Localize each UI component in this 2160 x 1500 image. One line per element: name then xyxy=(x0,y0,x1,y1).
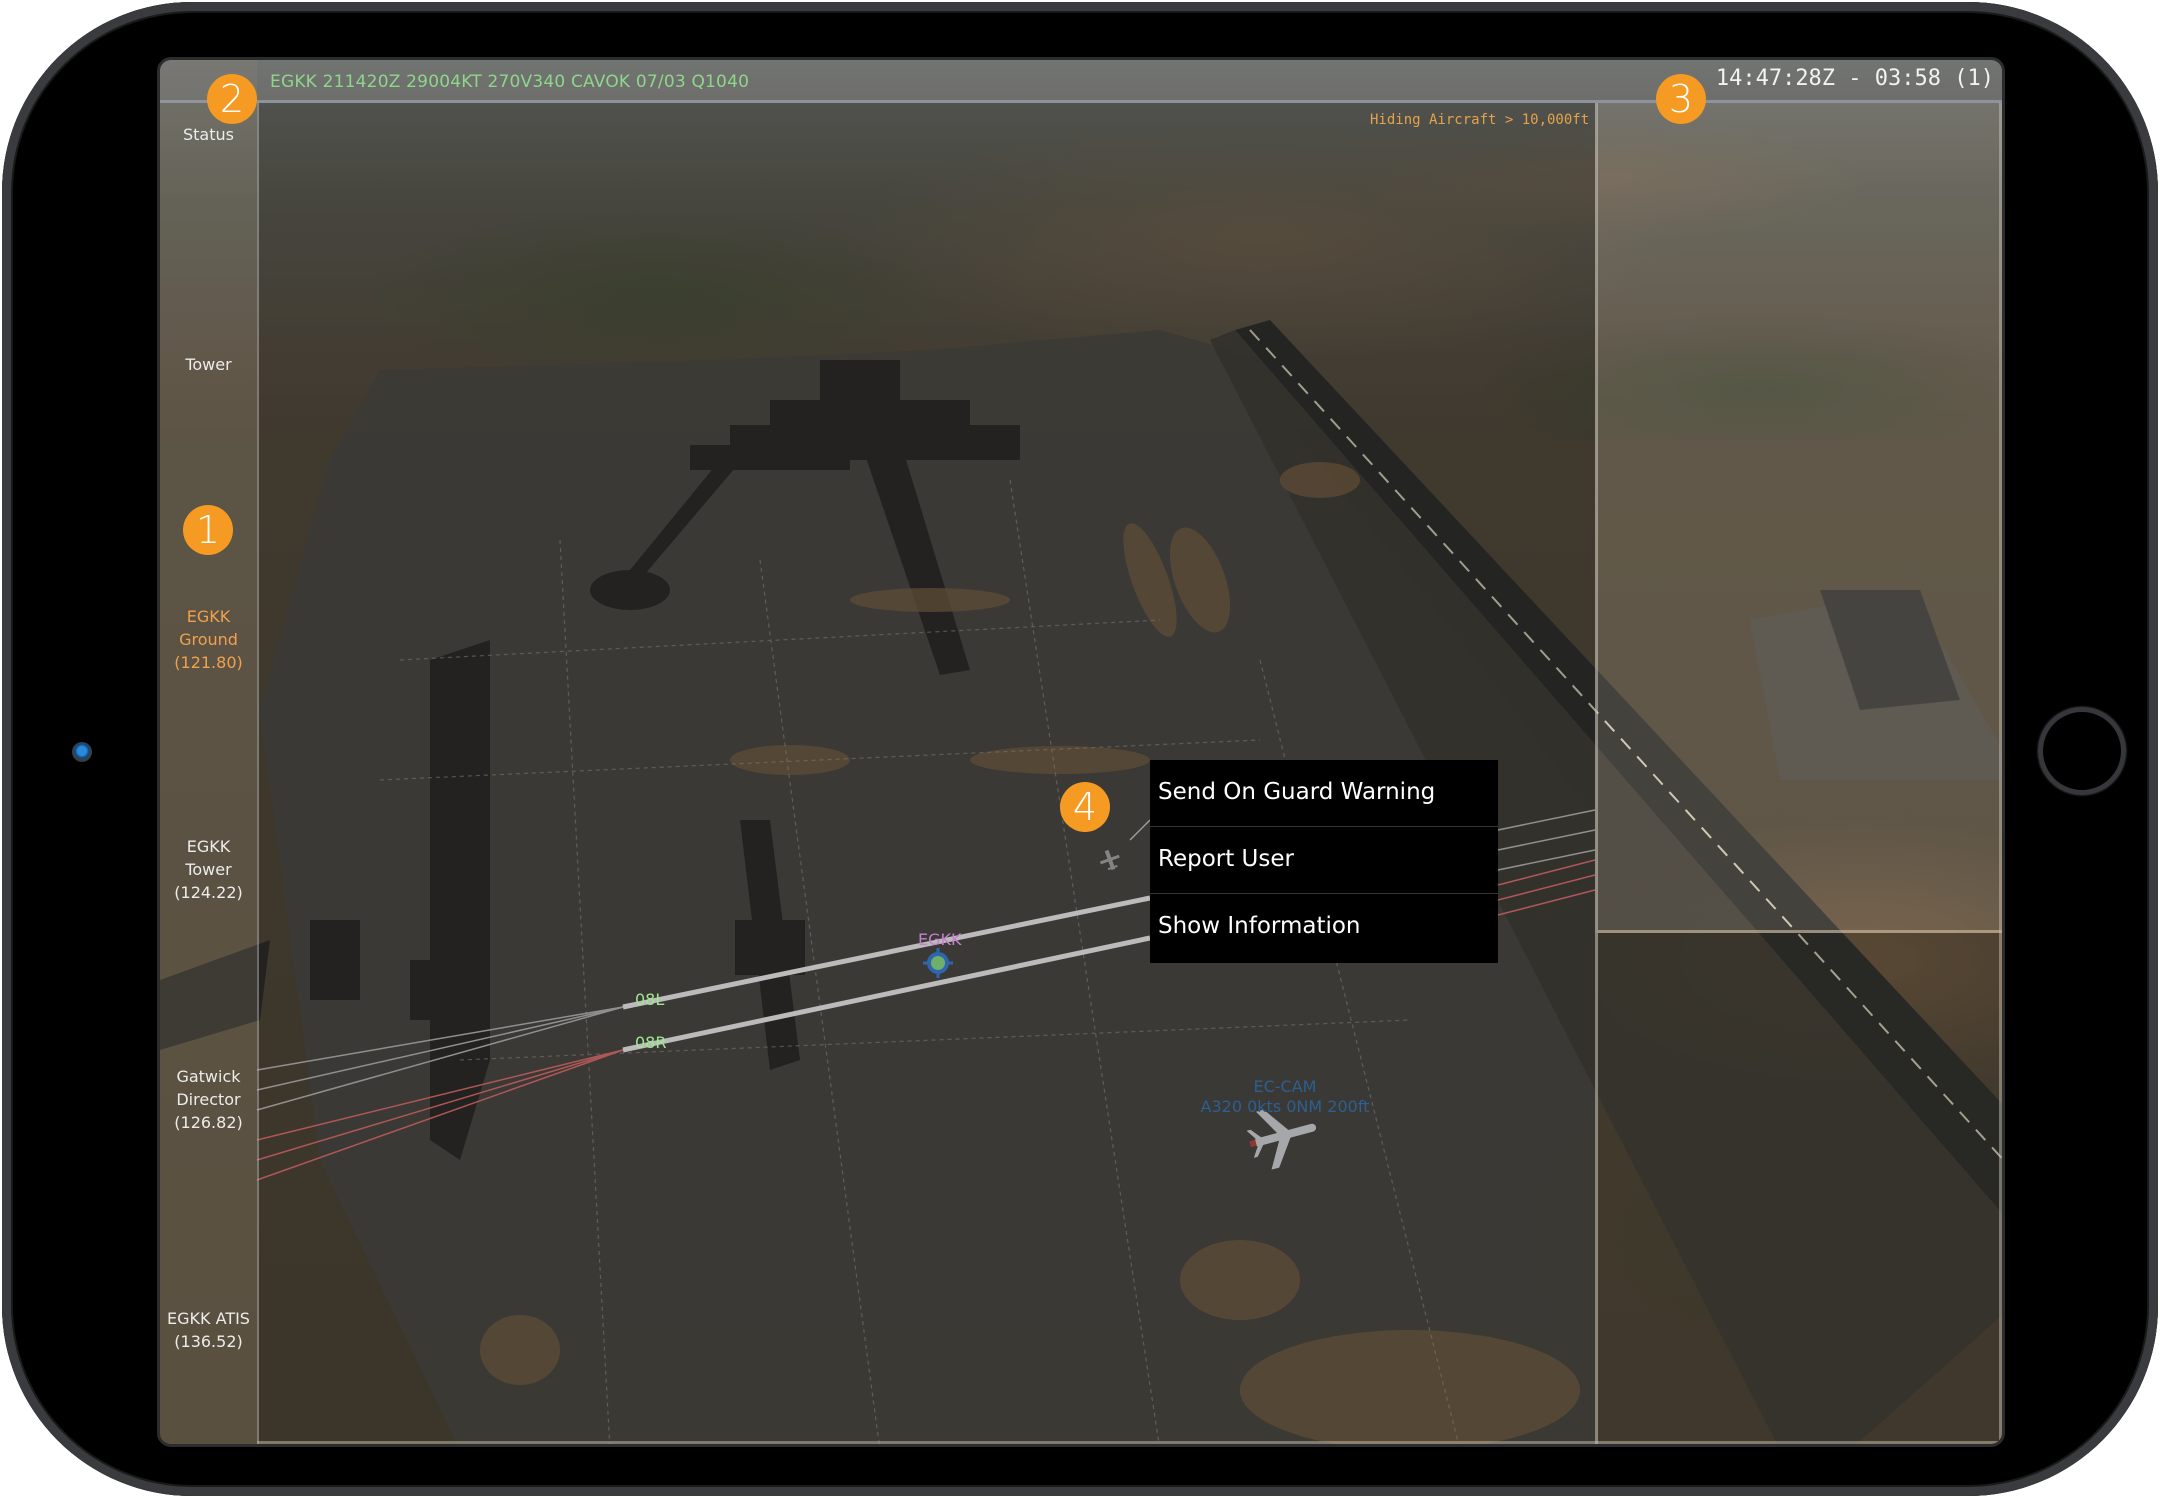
sidebar-item-egkk-atis[interactable]: EGKK ATIS (136.52) xyxy=(160,1307,257,1353)
sidebar-item-sublabel: Director xyxy=(176,1090,241,1109)
aircraft-details: A320 0kts 0NM 200ft xyxy=(1200,1097,1370,1116)
sidebar-item-frequency: (126.82) xyxy=(174,1113,243,1132)
runway-label-08R[interactable]: 08R xyxy=(635,1033,666,1052)
sidebar-item-label: Gatwick xyxy=(176,1067,241,1086)
sidebar-item-frequency: (136.52) xyxy=(174,1332,243,1351)
sidebar-item-label: EGKK xyxy=(186,607,231,626)
menu-item-show-information[interactable]: Show Information xyxy=(1150,894,1498,961)
sidebar-item-sublabel: Tower xyxy=(185,860,232,879)
sidebar-item-sublabel: Ground xyxy=(179,630,238,649)
camera-icon xyxy=(72,742,92,762)
utc-clock: 14:47:28Z - 03:58 (1) xyxy=(1715,66,1994,91)
airport-label[interactable]: EGKK xyxy=(918,930,962,949)
sidebar-item-label: EGKK xyxy=(186,837,231,856)
sidebar-item-label: EGKK ATIS xyxy=(167,1309,250,1328)
screen-right-border xyxy=(1999,103,2002,1444)
aircraft-datablock[interactable]: EC-CAM A320 0kts 0NM 200ft xyxy=(1190,1077,1380,1117)
sidebar-item-egkk-ground[interactable]: EGKK Ground (121.80) xyxy=(160,605,257,674)
altitude-filter-note: Hiding Aircraft > 10,000ft xyxy=(1370,112,1590,128)
right-view-panel xyxy=(1595,103,2002,933)
sidebar-item-label: Tower xyxy=(185,355,232,374)
home-button[interactable] xyxy=(2038,707,2126,795)
sidebar-item-status[interactable]: Status xyxy=(160,123,257,146)
sidebar-item-frequency: (124.22) xyxy=(174,883,243,902)
metar-text[interactable]: EGKK 211420Z 29004KT 270V340 CAVOK 07/03… xyxy=(270,72,749,92)
menu-item-send-guard-warning[interactable]: Send On Guard Warning xyxy=(1150,760,1498,827)
sidebar-item-frequency: (121.80) xyxy=(174,653,243,672)
menu-item-report-user[interactable]: Report User xyxy=(1150,827,1498,894)
callout-badge-2: 2 xyxy=(207,74,257,124)
sidebar-item-gatwick-director[interactable]: Gatwick Director (126.82) xyxy=(160,1065,257,1134)
callout-badge-1: 1 xyxy=(183,505,233,555)
sidebar-item-egkk-tower[interactable]: EGKK Tower (124.22) xyxy=(160,835,257,904)
right-lower-panel xyxy=(1595,933,2002,1444)
ipad-frame: EGKK 211420Z 29004KT 270V340 CAVOK 07/03… xyxy=(2,2,2158,1496)
callout-badge-3: 3 xyxy=(1656,74,1706,124)
top-status-bar: EGKK 211420Z 29004KT 270V340 CAVOK 07/03… xyxy=(160,60,2002,103)
app-screen: EGKK 211420Z 29004KT 270V340 CAVOK 07/03… xyxy=(157,57,2005,1447)
aircraft-callsign: EC-CAM xyxy=(1253,1077,1317,1096)
sidebar-item-tower[interactable]: Tower xyxy=(160,353,257,376)
sidebar-panel xyxy=(160,60,257,1444)
runway-label-08L[interactable]: 08L xyxy=(635,990,664,1009)
callout-badge-4: 4 xyxy=(1060,782,1110,832)
aircraft-context-menu: Send On Guard Warning Report User Show I… xyxy=(1150,760,1498,963)
sidebar-item-label: Status xyxy=(183,125,234,144)
screen-bottom-border xyxy=(257,1441,2002,1444)
